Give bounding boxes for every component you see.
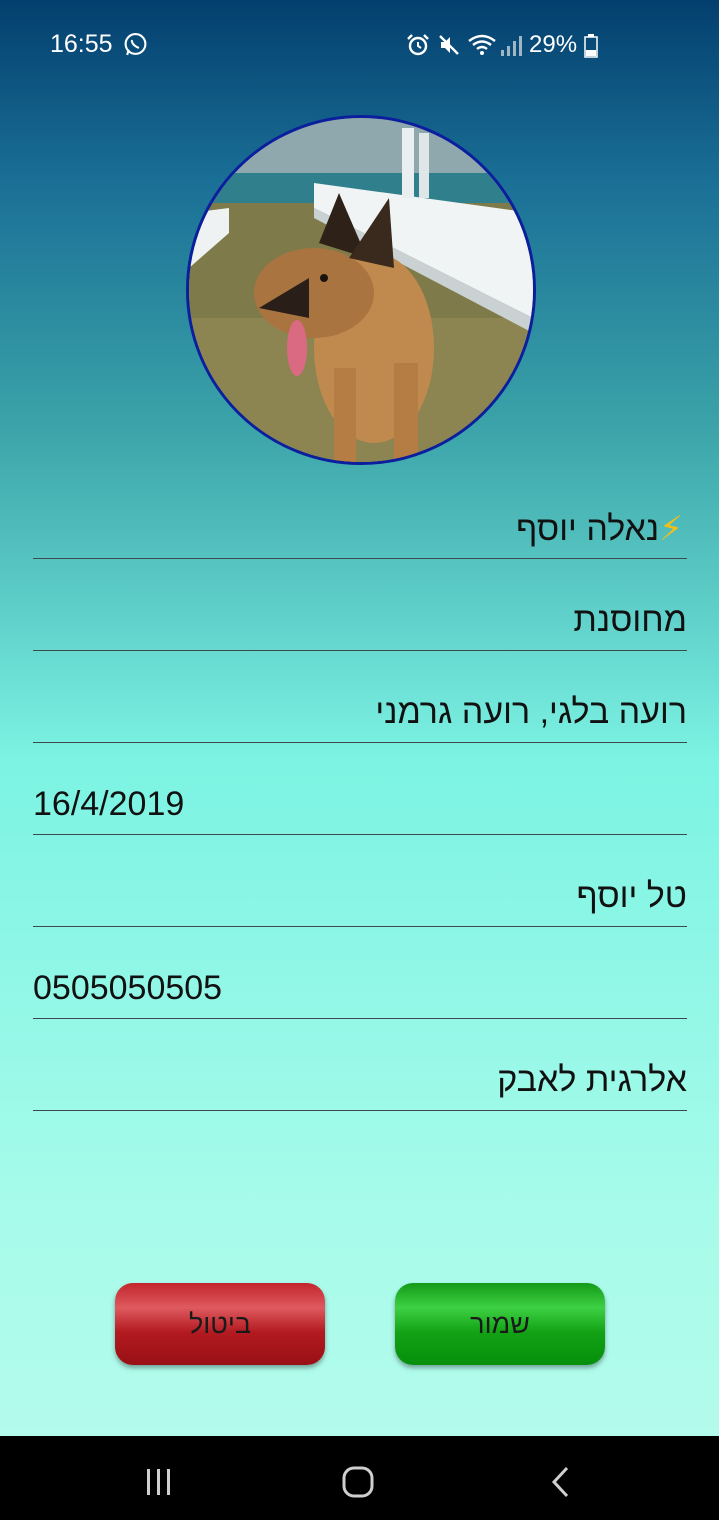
vaccination-value: מחוסנת (573, 601, 687, 639)
pet-name-row: ⚡נאלה יוסף (516, 509, 687, 549)
lightning-icon: ⚡ (659, 510, 683, 548)
notes-field[interactable]: אלרגית לאבק (33, 1051, 687, 1111)
battery-percent: 29% (529, 31, 578, 58)
birth-date-value: 16/4/2019 (33, 785, 185, 823)
breed-field[interactable]: רועה בלגי, רועה גרמני (33, 683, 687, 743)
status-time: 16:55 (50, 30, 113, 58)
back-icon[interactable] (548, 1465, 572, 1499)
recent-apps-icon[interactable] (145, 1467, 173, 1497)
phone-field[interactable]: 0505050505 (33, 959, 687, 1019)
owner-name-field[interactable]: טל יוסף (33, 867, 687, 927)
home-icon[interactable] (341, 1465, 375, 1499)
owner-name-value: טל יוסף (576, 877, 687, 915)
notes-value: אלרגית לאבק (497, 1061, 687, 1099)
dog-photo[interactable] (186, 115, 536, 465)
wifi-icon (468, 34, 496, 55)
phone-value: 0505050505 (33, 969, 223, 1007)
pet-name-value: נאלה יוסף (516, 510, 660, 548)
signal-icon (501, 36, 522, 56)
vaccination-field[interactable]: מחוסנת (33, 591, 687, 651)
cancel-button[interactable]: ביטול (115, 1283, 325, 1365)
breed-value: רועה בלגי, רועה גרמני (375, 693, 687, 731)
save-button[interactable]: שמור (395, 1283, 605, 1365)
mute-icon (439, 35, 459, 55)
battery-icon (584, 34, 598, 58)
pet-name-field[interactable]: ⚡נאלה יוסף (33, 499, 687, 559)
birth-date-field[interactable]: 16/4/2019 (33, 775, 687, 835)
whatsapp-icon (124, 33, 147, 56)
dog-photo-image (189, 118, 533, 462)
alarm-icon (407, 34, 429, 56)
status-bar: 16:55 29% (0, 0, 719, 92)
